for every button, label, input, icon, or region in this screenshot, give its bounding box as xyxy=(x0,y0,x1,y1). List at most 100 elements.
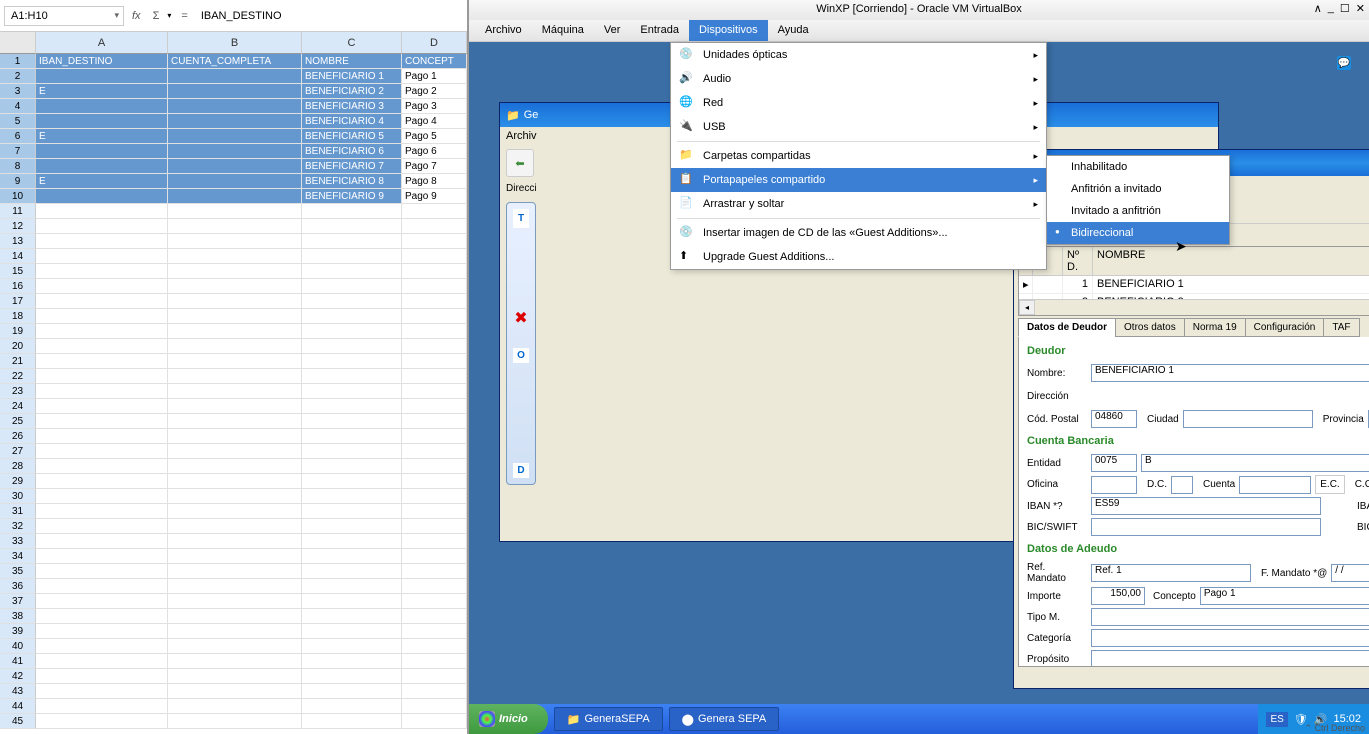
cell[interactable] xyxy=(168,414,302,429)
formula-input[interactable]: IBAN_DESTINO xyxy=(198,7,463,25)
grid-col-nombre[interactable]: NOMBRE xyxy=(1093,247,1369,275)
cell[interactable] xyxy=(36,519,168,534)
row-header[interactable]: 9 xyxy=(0,174,36,189)
cell[interactable] xyxy=(402,429,467,444)
cell[interactable]: BENEFICIARIO 5 xyxy=(302,129,402,144)
vbox-menu-archivo[interactable]: Archivo xyxy=(475,20,532,41)
cell[interactable] xyxy=(36,459,168,474)
row-header[interactable]: 45 xyxy=(0,714,36,729)
cell[interactable] xyxy=(36,339,168,354)
cell[interactable] xyxy=(402,234,467,249)
cell[interactable] xyxy=(402,669,467,684)
cell[interactable]: E xyxy=(36,174,168,189)
cell[interactable] xyxy=(168,234,302,249)
cell[interactable] xyxy=(36,699,168,714)
cell[interactable] xyxy=(168,294,302,309)
row-header[interactable]: 21 xyxy=(0,354,36,369)
cell[interactable] xyxy=(168,444,302,459)
cell[interactable] xyxy=(402,579,467,594)
cell[interactable] xyxy=(402,324,467,339)
row-header[interactable]: 41 xyxy=(0,654,36,669)
cell[interactable] xyxy=(36,324,168,339)
cell[interactable] xyxy=(402,384,467,399)
vbox-min-icon[interactable]: ∧ xyxy=(1314,2,1322,15)
row-header[interactable]: 35 xyxy=(0,564,36,579)
row-header[interactable]: 37 xyxy=(0,594,36,609)
menu-item[interactable]: 💿Unidades ópticas▸ xyxy=(671,43,1046,67)
cell[interactable] xyxy=(302,639,402,654)
cell[interactable] xyxy=(402,504,467,519)
row-header[interactable]: 33 xyxy=(0,534,36,549)
cell[interactable] xyxy=(168,159,302,174)
cell[interactable]: Pago 7 xyxy=(402,159,467,174)
cell[interactable] xyxy=(168,459,302,474)
submenu-item[interactable]: Anfitrión a invitado xyxy=(1047,178,1229,200)
table-row[interactable]: ▸ 1 BENEFICIARIO 1 xyxy=(1019,276,1369,294)
cell[interactable] xyxy=(402,624,467,639)
importe-input[interactable]: 150,00 xyxy=(1091,587,1145,605)
cell[interactable] xyxy=(168,684,302,699)
col-header-a[interactable]: A xyxy=(36,32,168,54)
row-header[interactable]: 13 xyxy=(0,234,36,249)
cell[interactable] xyxy=(36,354,168,369)
menu-item[interactable]: ⬆Upgrade Guest Additions... xyxy=(671,245,1046,269)
row-header[interactable]: 44 xyxy=(0,699,36,714)
cell[interactable] xyxy=(168,264,302,279)
cell[interactable]: Pago 2 xyxy=(402,84,467,99)
cell[interactable] xyxy=(302,369,402,384)
cell[interactable] xyxy=(302,609,402,624)
grid-col-nd[interactable]: Nº D. xyxy=(1063,247,1093,275)
cell[interactable] xyxy=(168,174,302,189)
cell[interactable] xyxy=(302,219,402,234)
cell[interactable] xyxy=(36,579,168,594)
cell[interactable] xyxy=(168,399,302,414)
cell[interactable] xyxy=(168,324,302,339)
cell[interactable] xyxy=(302,444,402,459)
back-button[interactable]: ⬅ xyxy=(506,149,534,177)
cell[interactable] xyxy=(36,429,168,444)
cell[interactable] xyxy=(36,669,168,684)
cell[interactable] xyxy=(402,414,467,429)
row-header[interactable]: 16 xyxy=(0,279,36,294)
vbox-max-icon[interactable]: ☐ xyxy=(1340,2,1350,15)
tab-taf[interactable]: TAF xyxy=(1323,318,1359,337)
categoria-select[interactable] xyxy=(1091,629,1369,647)
row-header[interactable]: 36 xyxy=(0,579,36,594)
cell[interactable]: BENEFICIARIO 8 xyxy=(302,174,402,189)
cuenta-input[interactable] xyxy=(1239,476,1311,494)
cell[interactable] xyxy=(402,474,467,489)
cell[interactable] xyxy=(168,129,302,144)
vbox-menu-dispositivos[interactable]: Dispositivos xyxy=(689,20,768,41)
cell[interactable] xyxy=(36,624,168,639)
refmandato-input[interactable]: Ref. 1 xyxy=(1091,564,1251,582)
row-header[interactable]: 17 xyxy=(0,294,36,309)
cell[interactable] xyxy=(302,684,402,699)
cell[interactable] xyxy=(402,219,467,234)
cell[interactable]: IBAN_DESTINO xyxy=(36,54,168,69)
cell[interactable] xyxy=(302,354,402,369)
cell[interactable]: BENEFICIARIO 7 xyxy=(302,159,402,174)
col-header-c[interactable]: C xyxy=(302,32,402,54)
tipom-select[interactable] xyxy=(1091,608,1369,626)
cell[interactable] xyxy=(168,579,302,594)
cell[interactable]: Pago 4 xyxy=(402,114,467,129)
cell[interactable] xyxy=(402,339,467,354)
proposito-select[interactable] xyxy=(1091,650,1369,667)
cell[interactable] xyxy=(168,699,302,714)
vbox-close-icon[interactable]: ✕ xyxy=(1356,2,1365,15)
cell[interactable] xyxy=(36,444,168,459)
row-header[interactable]: 26 xyxy=(0,429,36,444)
cp-input[interactable]: 04860 xyxy=(1091,410,1137,428)
cell[interactable] xyxy=(402,369,467,384)
cell[interactable] xyxy=(36,414,168,429)
row-header[interactable]: 31 xyxy=(0,504,36,519)
cell[interactable] xyxy=(36,369,168,384)
cell[interactable]: E xyxy=(36,84,168,99)
cell[interactable] xyxy=(36,249,168,264)
cell[interactable] xyxy=(36,534,168,549)
cell[interactable] xyxy=(36,399,168,414)
cell[interactable]: Pago 9 xyxy=(402,189,467,204)
row-header[interactable]: 8 xyxy=(0,159,36,174)
cell[interactable] xyxy=(302,429,402,444)
row-header[interactable]: 34 xyxy=(0,549,36,564)
